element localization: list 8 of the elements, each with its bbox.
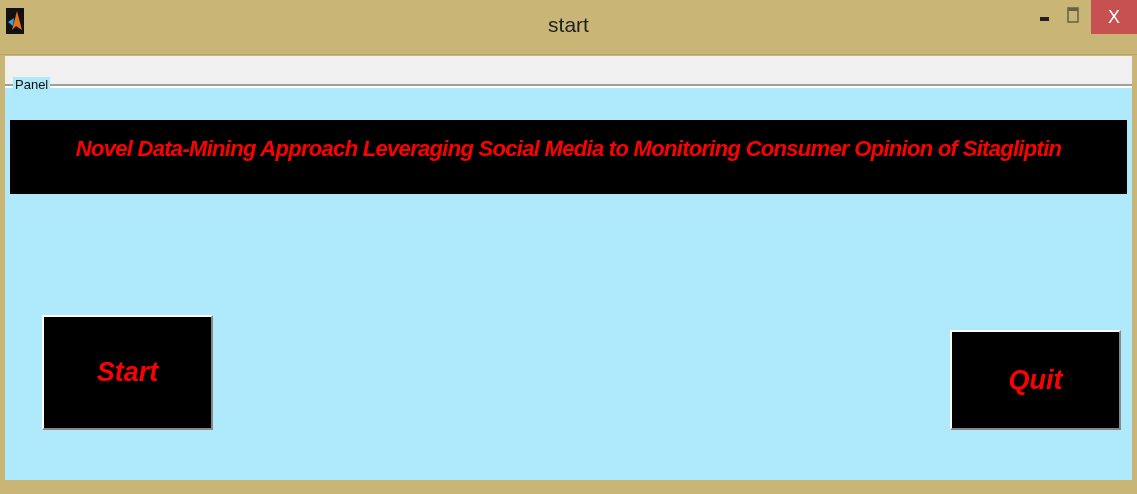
maximize-icon[interactable]: [1067, 7, 1079, 23]
quit-button[interactable]: Quit: [950, 330, 1121, 430]
heading-banner: Novel Data-Mining Approach Leveraging Social Media to Monitoring Consumer Opinion of Sitagliptin: [10, 120, 1127, 194]
close-button[interactable]: X: [1091, 0, 1137, 34]
window-title: start: [548, 13, 589, 37]
minimize-icon[interactable]: [1039, 14, 1051, 24]
start-button[interactable]: Start: [42, 315, 213, 430]
app-logo-icon: [6, 8, 24, 34]
